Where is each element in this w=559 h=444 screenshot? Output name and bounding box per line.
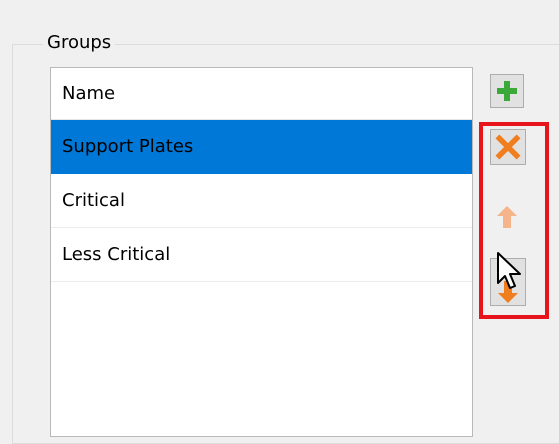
list-item[interactable]: Critical <box>51 174 472 228</box>
list-item[interactable]: Less Critical <box>51 228 472 282</box>
add-group-button[interactable] <box>490 74 524 108</box>
groups-label: Groups <box>43 32 116 53</box>
plus-icon <box>497 81 517 101</box>
column-header-name[interactable]: Name <box>51 68 472 120</box>
mouse-cursor-icon <box>497 252 521 289</box>
list-item[interactable]: Support Plates <box>51 120 472 174</box>
groups-listbox[interactable]: Name Support Plates Critical Less Critic… <box>50 67 473 437</box>
